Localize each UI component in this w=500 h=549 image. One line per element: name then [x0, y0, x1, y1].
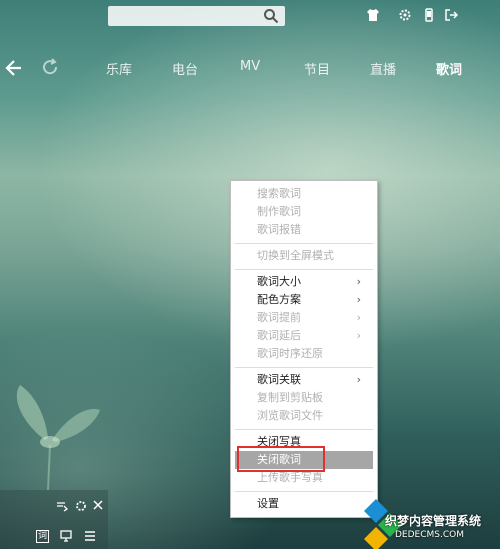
tab-programs[interactable]: 节目 — [304, 59, 330, 78]
submenu-arrow-icon: › — [356, 275, 361, 288]
back-icon[interactable] — [4, 56, 24, 80]
annotation-highlight-box — [237, 446, 325, 472]
menu-item-browse-file[interactable]: 浏览歌词文件 — [235, 407, 373, 425]
shirt-icon[interactable] — [366, 8, 380, 22]
phone-icon[interactable] — [422, 8, 436, 22]
menu-separator — [235, 243, 373, 244]
gear-icon[interactable] — [398, 8, 412, 22]
menu-item-lyrics-size[interactable]: 歌词大小 › — [235, 273, 373, 291]
submenu-arrow-icon: › — [356, 293, 361, 306]
tab-mv[interactable]: MV — [240, 59, 260, 74]
menu-item-lyrics-link[interactable]: 歌词关联 › — [235, 371, 373, 389]
playlist-icon[interactable] — [56, 500, 68, 512]
gear-icon[interactable] — [75, 500, 87, 512]
menu-separator — [235, 429, 373, 430]
tab-library[interactable]: 乐库 — [106, 59, 132, 78]
menu-item-copy-clipboard[interactable]: 复制到剪贴板 — [235, 389, 373, 407]
screen-icon[interactable] — [60, 530, 72, 542]
submenu-arrow-icon: › — [356, 311, 361, 324]
search-icon[interactable] — [263, 8, 279, 24]
menu-item-report-lyrics[interactable]: 歌词报错 — [235, 221, 373, 239]
menu-separator — [235, 491, 373, 492]
menu-separator — [235, 367, 373, 368]
menu-item-settings[interactable]: 设置 — [235, 495, 373, 513]
menu-item-lyrics-advance[interactable]: 歌词提前 › — [235, 309, 373, 327]
close-icon[interactable] — [93, 500, 103, 510]
menu-item-make-lyrics[interactable]: 制作歌词 — [235, 203, 373, 221]
refresh-icon[interactable] — [40, 57, 60, 79]
background-plant-image — [16, 385, 100, 490]
submenu-arrow-icon: › — [356, 373, 361, 386]
tab-lyrics[interactable]: 歌词 — [436, 59, 462, 78]
submenu-arrow-icon: › — [356, 329, 361, 342]
watermark-url: DEDECMS.COM — [395, 530, 464, 540]
menu-item-timing-reset[interactable]: 歌词时序还原 — [235, 345, 373, 363]
title-bar — [0, 0, 500, 34]
menu-icon[interactable] — [84, 530, 96, 542]
menu-item-color-scheme[interactable]: 配色方案 › — [235, 291, 373, 309]
menu-item-lyrics-delay[interactable]: 歌词延后 › — [235, 327, 373, 345]
mini-player-controls: 词 — [0, 490, 108, 549]
main-navigation: 乐库 电台 MV 节目 直播 歌词 — [0, 56, 500, 82]
tab-radio[interactable]: 电台 — [172, 59, 198, 78]
exit-icon[interactable] — [444, 8, 458, 22]
menu-separator — [235, 269, 373, 270]
menu-item-search-lyrics[interactable]: 搜索歌词 — [235, 185, 373, 203]
watermark-text: 织梦内容管理系统 — [385, 514, 482, 528]
tab-live[interactable]: 直播 — [370, 59, 396, 78]
menu-item-fullscreen[interactable]: 切换到全屏模式 — [235, 247, 373, 265]
lyrics-toggle-button[interactable]: 词 — [36, 530, 50, 543]
search-input[interactable] — [108, 6, 285, 26]
